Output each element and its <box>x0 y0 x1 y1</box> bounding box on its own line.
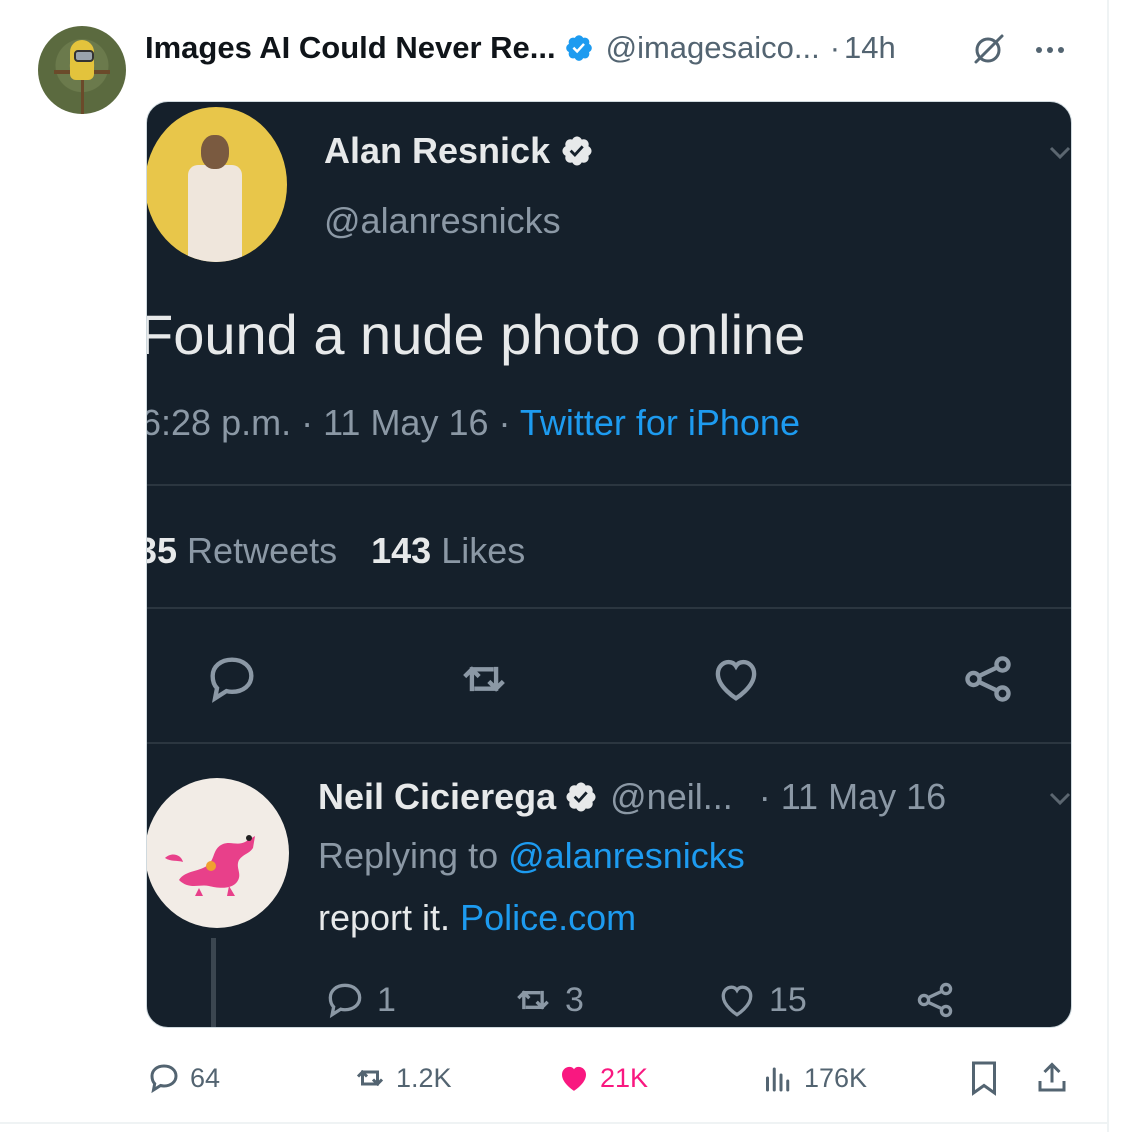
chevron-down-icon <box>1049 792 1071 806</box>
grok-icon[interactable] <box>968 30 1008 70</box>
author-avatar[interactable] <box>38 26 126 114</box>
main-tweet-time-date: 6:28 p.m. · 11 May 16 · <box>146 402 520 443</box>
alan-resnick-avatar <box>147 107 287 262</box>
reply-header: Neil Cicierega @neil... · 11 May 16 <box>318 776 946 818</box>
heart-icon <box>721 985 753 1017</box>
retweet-icon <box>463 666 505 692</box>
reply-likes-count: 15 <box>769 980 807 1019</box>
reply-share <box>913 978 967 1022</box>
verified-badge-icon <box>562 136 592 166</box>
divider <box>147 484 1071 486</box>
reply-likes: 15 <box>715 978 807 1022</box>
main-tweet-name: Alan Resnick <box>324 130 551 171</box>
share-icon <box>965 656 1011 702</box>
reply-icon <box>210 657 254 703</box>
reply-replies: 1 <box>323 978 396 1022</box>
share-icon <box>917 982 953 1018</box>
reply-text-body: report it. <box>318 897 461 938</box>
main-tweet-source: Twitter for iPhone <box>519 402 800 443</box>
reply-text: report it. Police.com <box>318 897 636 939</box>
retweets-count: 35 <box>147 530 178 571</box>
reply-icon <box>150 1064 178 1094</box>
reply-count: 64 <box>190 1062 221 1093</box>
reply-retweets: 3 <box>511 978 584 1022</box>
verified-badge-icon <box>565 35 592 61</box>
post-time[interactable]: 14h <box>844 30 896 66</box>
like-button[interactable]: 21K <box>556 1058 648 1098</box>
repost-button[interactable]: 1.2K <box>352 1058 452 1098</box>
post-header: Images AI Could Never Re... @imagesaico.… <box>145 28 896 68</box>
main-tweet-author: Alan Resnick <box>324 130 594 172</box>
upload-icon[interactable] <box>1034 1058 1070 1098</box>
like-count: 21K <box>600 1062 649 1093</box>
divider <box>147 742 1071 744</box>
neil-cicierega-avatar <box>147 778 289 928</box>
views-icon <box>766 1067 790 1092</box>
main-tweet-handle: @alanresnicks <box>324 200 561 241</box>
reply-author-name: Neil Cicierega <box>318 776 557 817</box>
replying-to: Replying to @alanresnicks <box>318 835 745 877</box>
author-name[interactable]: Images AI Could Never Re... <box>145 30 556 66</box>
retweets-label: Retweets <box>177 530 338 571</box>
replying-prefix: Replying to <box>318 835 509 876</box>
bookmark-icon[interactable] <box>966 1058 1002 1098</box>
verified-badge-icon <box>566 782 596 812</box>
thread-line <box>211 938 216 1027</box>
divider <box>147 607 1071 609</box>
main-tweet-text: Found a nude photo online <box>146 303 806 366</box>
column-divider <box>1107 0 1109 1132</box>
heart-filled-icon <box>562 1066 586 1091</box>
reply-retweets-count: 3 <box>565 980 584 1019</box>
embedded-tweet-screenshot[interactable]: Alan Resnick @alanresnicks Found a nude … <box>146 101 1072 1028</box>
likes-label: Likes <box>431 530 526 571</box>
likes-count: 143 <box>371 530 432 571</box>
views-count: 176K <box>804 1062 868 1093</box>
heart-icon <box>715 659 757 701</box>
reply-date: · 11 May 16 <box>758 776 947 817</box>
chevron-down-icon <box>1049 146 1071 160</box>
replying-handle: @alanresnicks <box>508 835 745 876</box>
reply-button[interactable]: 64 <box>146 1058 220 1098</box>
main-tweet-stats: 35 Retweets 143 Likes <box>147 530 526 572</box>
reply-link: Police.com <box>460 897 637 938</box>
reply-replies-count: 1 <box>377 980 396 1019</box>
author-handle[interactable]: @imagesaico... <box>606 30 820 66</box>
tweet-page: Images AI Could Never Re... @imagesaico.… <box>0 0 1146 1132</box>
reply-icon <box>328 983 362 1019</box>
main-tweet-meta: 6:28 p.m. · 11 May 16 · Twitter for iPho… <box>146 402 800 444</box>
post-divider <box>0 1122 1109 1124</box>
more-icon[interactable] <box>1030 30 1070 70</box>
retweet-icon <box>517 990 549 1010</box>
views-button[interactable]: 176K <box>760 1058 867 1098</box>
reply-author-handle: @neil... <box>610 776 733 817</box>
header-separator: · <box>829 30 841 65</box>
retweet-icon <box>356 1069 384 1087</box>
repost-count: 1.2K <box>396 1062 452 1093</box>
